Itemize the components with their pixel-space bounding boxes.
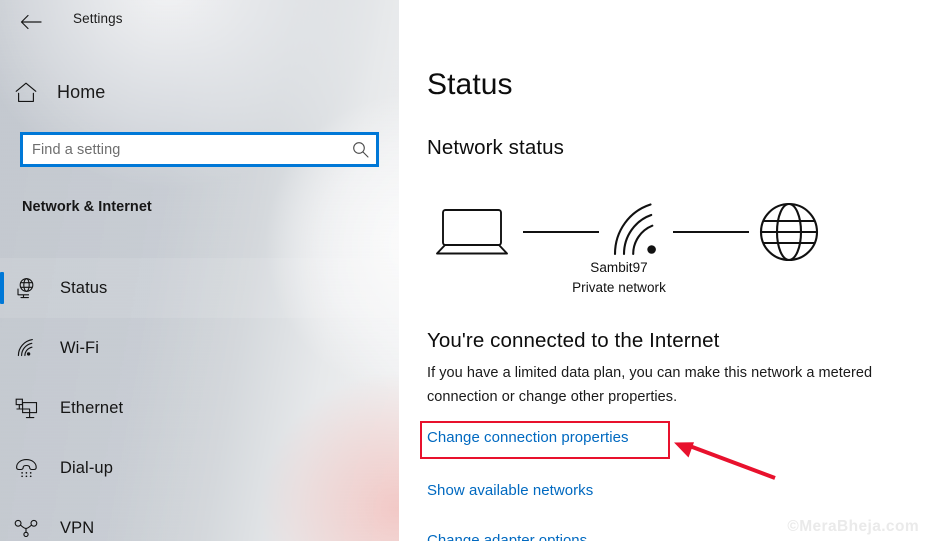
sidebar-item-vpn[interactable]: VPN bbox=[0, 498, 399, 541]
sidebar-item-ethernet[interactable]: Ethernet bbox=[0, 378, 399, 438]
sidebar-home-label: Home bbox=[57, 81, 106, 102]
selection-indicator bbox=[0, 272, 4, 304]
watermark: ©MeraBheja.com bbox=[787, 518, 919, 535]
sidebar-item-label: Ethernet bbox=[60, 398, 124, 417]
settings-main-panel: Status Network status Sambit97 Private n… bbox=[399, 0, 928, 541]
sidebar-item-wifi[interactable]: Wi-Fi bbox=[0, 318, 399, 378]
sidebar-group-header: Network & Internet bbox=[22, 199, 152, 215]
window-titlebar: Settings bbox=[0, 0, 399, 46]
sidebar-nav-list: Status Wi-Fi Ethernet Dial-up VPN bbox=[0, 258, 399, 541]
globe-icon-shape bbox=[759, 202, 819, 262]
globe-monitor-icon bbox=[3, 277, 49, 299]
connection-heading: You're connected to the Internet bbox=[427, 329, 720, 352]
dialup-phone-icon bbox=[3, 458, 49, 479]
back-arrow-icon bbox=[20, 14, 42, 30]
settings-window: Settings Home Find a setting Network & I… bbox=[0, 0, 928, 541]
sidebar-item-dialup[interactable]: Dial-up bbox=[0, 438, 399, 498]
sidebar-item-status[interactable]: Status bbox=[0, 258, 399, 318]
link-show-available-networks[interactable]: Show available networks bbox=[427, 482, 593, 499]
search-icon[interactable] bbox=[344, 141, 376, 158]
ethernet-icon bbox=[3, 398, 49, 419]
search-placeholder: Find a setting bbox=[32, 141, 121, 158]
vpn-icon bbox=[3, 519, 49, 537]
sidebar-item-home[interactable]: Home bbox=[0, 72, 399, 112]
home-icon bbox=[4, 82, 48, 103]
connection-description: If you have a limited data plan, you can… bbox=[427, 365, 873, 405]
back-button[interactable] bbox=[11, 5, 51, 39]
search-input[interactable]: Find a setting bbox=[20, 132, 379, 167]
link-change-connection-properties[interactable]: Change connection properties bbox=[427, 429, 629, 446]
wifi-icon bbox=[3, 338, 49, 358]
sidebar-item-label: VPN bbox=[60, 518, 95, 537]
wifi-signal-icon-shape bbox=[613, 203, 656, 256]
laptop-icon-shape bbox=[436, 209, 508, 255]
sidebar-item-label: Wi-Fi bbox=[60, 338, 99, 357]
sidebar-item-label: Dial-up bbox=[60, 458, 113, 477]
page-title: Status bbox=[427, 68, 513, 101]
section-title-network-status: Network status bbox=[427, 136, 564, 159]
sidebar-item-label: Status bbox=[60, 278, 108, 297]
window-title: Settings bbox=[73, 11, 123, 26]
network-diagram: Sambit97 Private network bbox=[419, 198, 819, 308]
network-type: Private network bbox=[572, 280, 666, 295]
settings-sidebar: Settings Home Find a setting Network & I… bbox=[0, 0, 399, 541]
